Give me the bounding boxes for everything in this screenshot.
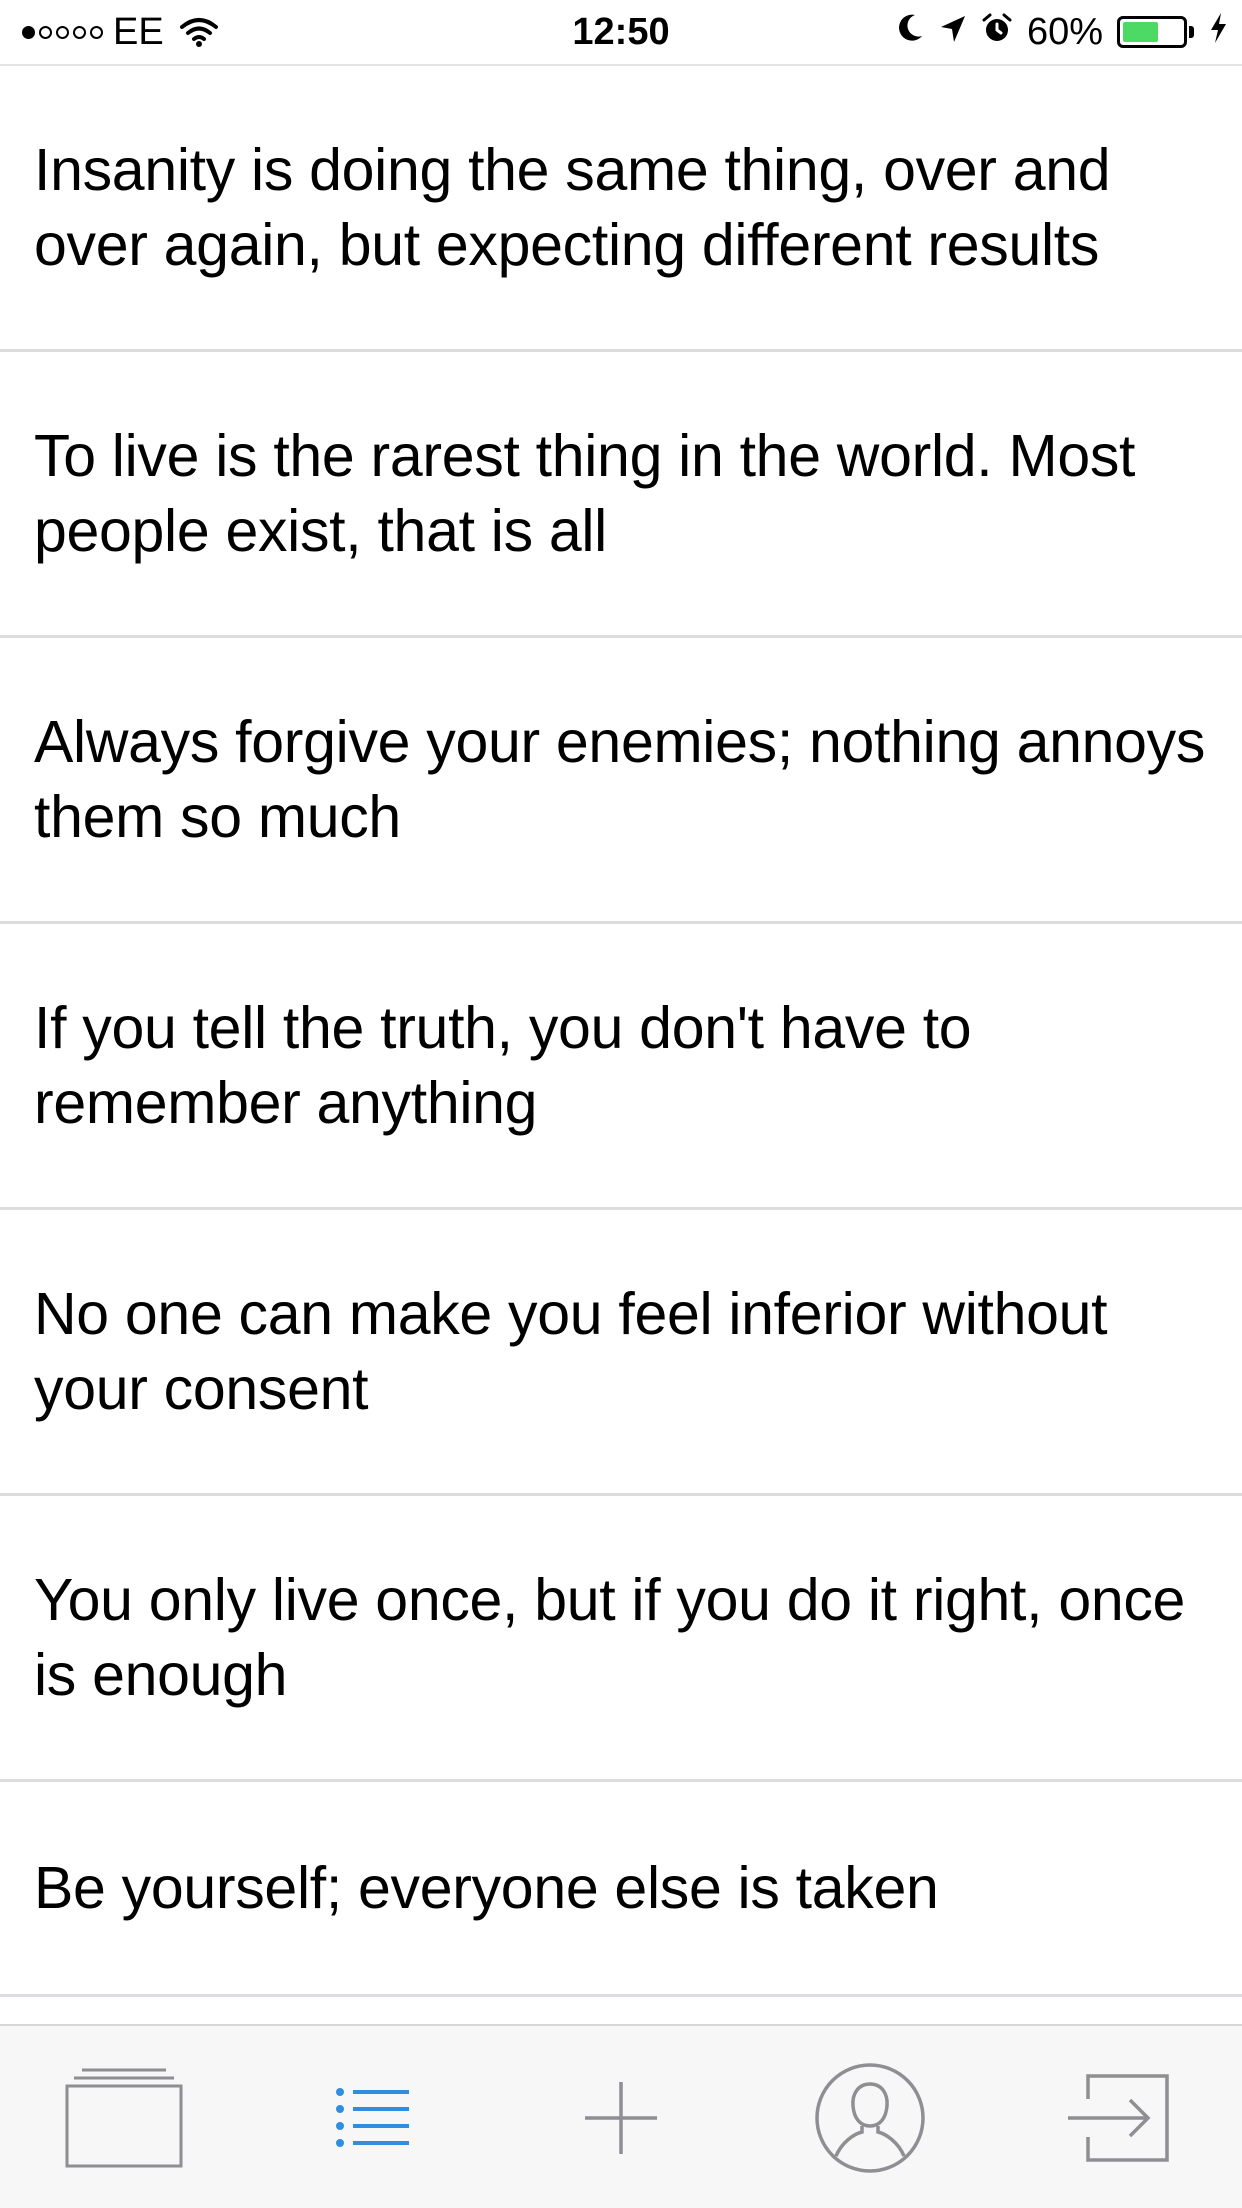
tab-profile[interactable] — [800, 2048, 940, 2188]
status-bar: EE 12:50 60% — [0, 0, 1242, 66]
quote-list-item[interactable]: You only live once, but if you do it rig… — [0, 1496, 1242, 1782]
quote-list-item[interactable]: If you tell the truth, you don't have to… — [0, 924, 1242, 1210]
quote-text: Be yourself; everyone else is taken — [34, 1854, 939, 1921]
quote-list-item[interactable]: Be yourself; everyone else is taken — [0, 1782, 1242, 1997]
quote-list-item[interactable]: Always forgive your enemies; nothing ann… — [0, 638, 1242, 924]
battery-body — [1117, 16, 1187, 48]
profile-icon — [814, 2062, 926, 2174]
status-right: 60% — [895, 11, 1228, 53]
quote-text: You only live once, but if you do it rig… — [34, 1566, 1186, 1708]
tab-cards[interactable] — [54, 2048, 194, 2188]
battery-fill — [1123, 22, 1158, 42]
quote-list-item[interactable]: To live is the rarest thing in the world… — [0, 352, 1242, 638]
quote-list-item[interactable]: Insanity is doing the same thing, over a… — [0, 66, 1242, 352]
alarm-icon — [981, 11, 1013, 54]
battery-cap — [1189, 26, 1194, 38]
quote-text: To live is the rarest thing in the world… — [34, 422, 1136, 564]
quote-text: Insanity is doing the same thing, over a… — [34, 136, 1111, 278]
cards-icon — [64, 2066, 184, 2170]
list-icon — [335, 2086, 411, 2150]
battery-percent: 60% — [1026, 10, 1103, 53]
plus-icon — [583, 2080, 659, 2156]
logout-icon — [1066, 2073, 1170, 2163]
quote-list-item[interactable]: No one can make you feel inferior withou… — [0, 1210, 1242, 1496]
tab-bar — [0, 2024, 1242, 2208]
quote-list: Insanity is doing the same thing, over a… — [0, 66, 1242, 1997]
location-arrow-icon — [939, 11, 967, 54]
quote-text: No one can make you feel inferior withou… — [34, 1280, 1108, 1422]
quote-text: Always forgive your enemies; nothing ann… — [34, 708, 1206, 850]
quote-text: If you tell the truth, you don't have to… — [34, 994, 972, 1136]
battery-icon — [1117, 16, 1194, 48]
tab-add[interactable] — [551, 2048, 691, 2188]
moon-icon — [895, 11, 925, 54]
charging-bolt-icon — [1208, 11, 1228, 54]
tab-logout[interactable] — [1048, 2048, 1188, 2188]
tab-list[interactable] — [303, 2048, 443, 2188]
